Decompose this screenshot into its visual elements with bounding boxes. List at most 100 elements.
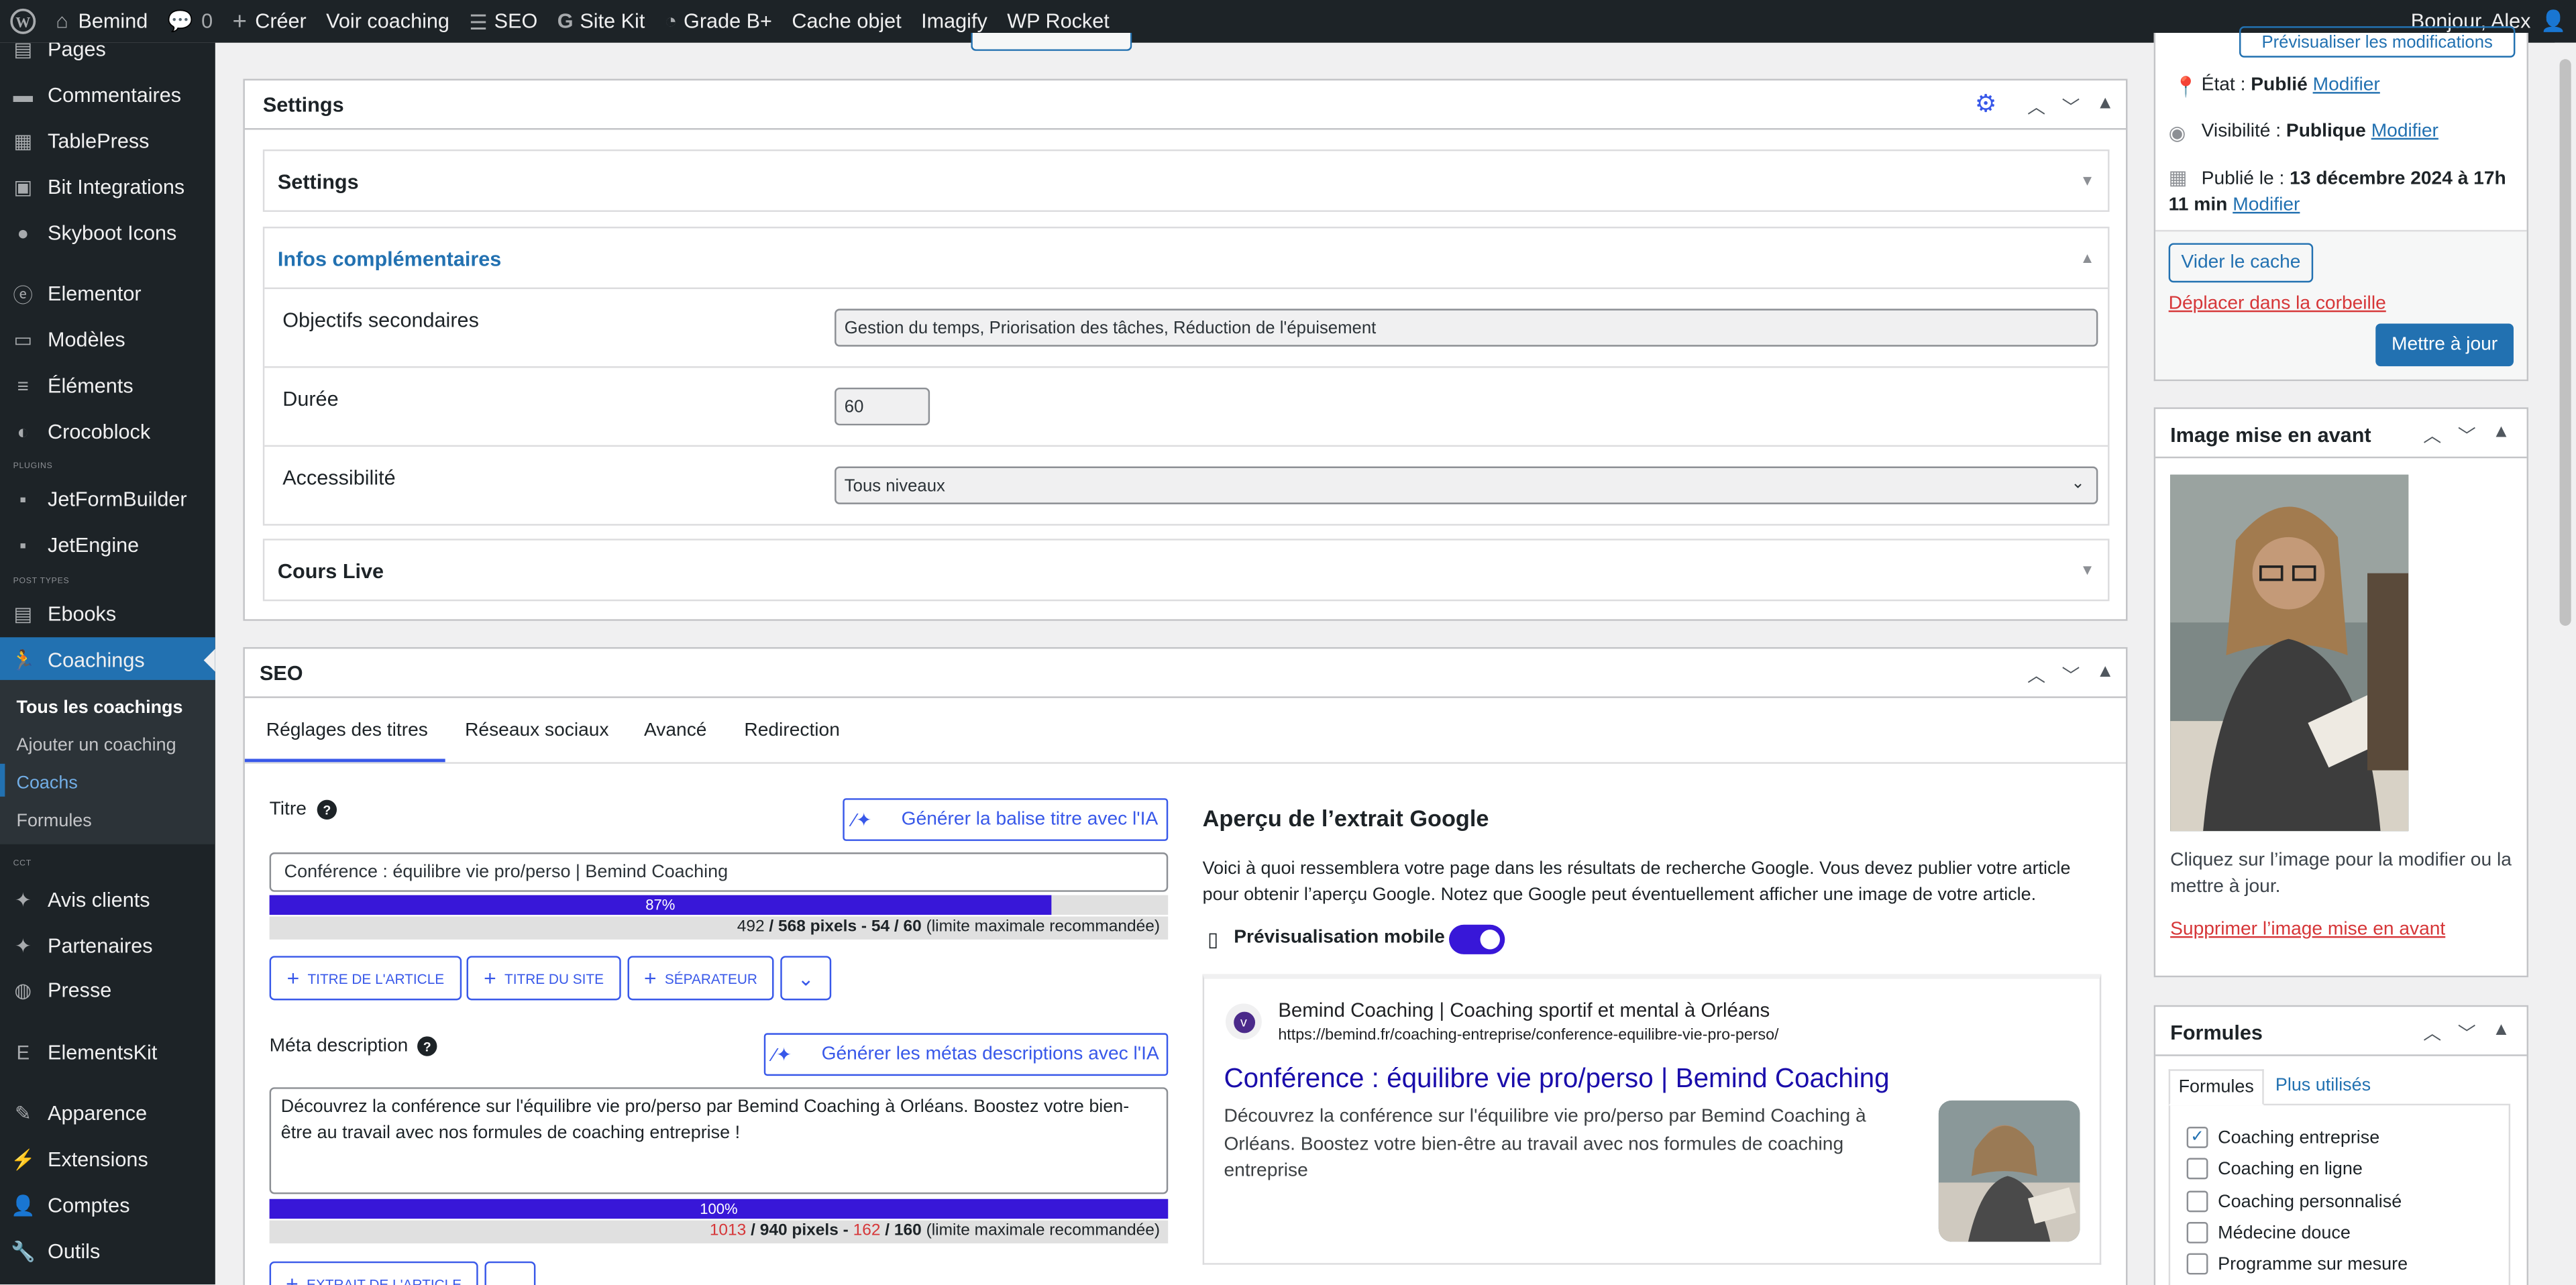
help-icon[interactable]: ? (417, 1036, 437, 1056)
view-coaching-link[interactable]: Voir coaching (316, 0, 459, 43)
serp-title[interactable]: Conférence : équilibre vie pro/perso | B… (1224, 1064, 1890, 1096)
gear-icon[interactable]: ⚙ (1975, 89, 1997, 119)
edit-status-link[interactable]: Modifier (2313, 76, 2380, 95)
checkbox[interactable] (2186, 1253, 2208, 1275)
meta-description-label: Méta description (269, 1036, 409, 1056)
mobile-preview-toggle[interactable] (1449, 924, 1505, 954)
sidebar-item-modeles[interactable]: ▭ Modèles (0, 317, 215, 364)
sidebar-item-coachings[interactable]: 🏃 Coachings (0, 637, 215, 683)
site-kit-menu[interactable]: G Site Kit (547, 0, 655, 43)
submenu-coachs[interactable]: Coachs (16, 773, 77, 793)
tab-plus-utilises[interactable]: Plus utilisés (2275, 1076, 2371, 1095)
new-content-link[interactable]: + Créer (223, 0, 317, 43)
formule-checkbox-row[interactable]: Médecine douce (2186, 1222, 2351, 1243)
grade-menu[interactable]: ◔ Grade B+ (655, 0, 782, 43)
expand-triangle-icon[interactable]: ▼ (2080, 172, 2095, 188)
move-up-icon[interactable]: ︿ (2027, 94, 2045, 120)
sidebar-item-jetengine[interactable]: ▪ JetEngine (0, 522, 215, 569)
object-cache-menu[interactable]: Cache objet (782, 0, 912, 43)
move-up-icon[interactable]: ︿ (2027, 662, 2045, 688)
help-icon[interactable]: ? (317, 799, 337, 820)
sidebar-item-comments[interactable]: ▬ Commentaires (0, 72, 215, 119)
collapse-triangle-icon[interactable]: ▲ (2080, 249, 2095, 266)
sidebar-item-comptes[interactable]: 👤 Comptes (0, 1182, 215, 1229)
clear-cache-button[interactable]: Vider le cache (2168, 243, 2314, 283)
sidebar-item-apparence[interactable]: ✎ Apparence (0, 1091, 215, 1137)
checkbox[interactable]: ✓ (2186, 1127, 2208, 1148)
settings-subsection[interactable]: Settings ▼ (262, 149, 2110, 212)
formule-checkbox-row[interactable]: ✓ Coaching entreprise (2186, 1127, 2379, 1148)
insert-article-title-button[interactable]: + TITRE DE L'ARTICLE (269, 956, 462, 1001)
sidebar-item-tablepress[interactable]: ▦ TablePress (0, 118, 215, 164)
move-up-icon[interactable]: ︿ (2423, 422, 2441, 448)
wordpress-logo-icon[interactable]: W (0, 0, 46, 43)
sidebar-item-partenaires[interactable]: ✦ Partenaires (0, 923, 215, 969)
tab-formules[interactable]: Formules (2168, 1069, 2264, 1106)
generate-title-ai-button[interactable]: ⁄✦ Générer la balise titre avec l'IA (843, 798, 1169, 841)
checkbox[interactable] (2186, 1222, 2208, 1243)
toggle-panel-icon[interactable]: ▲ (2096, 662, 2114, 688)
toggle-panel-icon[interactable]: ▲ (2492, 1020, 2510, 1046)
update-button[interactable]: Mettre à jour (2375, 323, 2514, 367)
sidebar-item-jetformbuilder[interactable]: ▪ JetFormBuilder (0, 476, 215, 522)
move-to-trash-link[interactable]: Déplacer dans la corbeille (2169, 294, 2386, 313)
seo-title-input[interactable]: Conférence : équilibre vie pro/perso | B… (269, 852, 1169, 892)
partial-top-button[interactable] (971, 32, 1132, 51)
generate-meta-ai-button[interactable]: ⁄✦ Générer les métas descriptions avec l… (763, 1033, 1169, 1076)
infos-header[interactable]: Infos complémentaires ▲ (264, 228, 2108, 290)
objectifs-input[interactable]: Gestion du temps, Priorisation des tâche… (835, 309, 2098, 347)
sidebar-item-bit-integrations[interactable]: ▣ Bit Integrations (0, 164, 215, 211)
move-up-icon[interactable]: ︿ (2423, 1020, 2441, 1046)
sidebar-item-presse[interactable]: ◍ Presse (0, 967, 215, 1013)
move-down-icon[interactable]: ﹀ (2458, 1020, 2476, 1046)
move-down-icon[interactable]: ﹀ (2061, 662, 2080, 688)
sidebar-item-ebooks[interactable]: ▤ Ebooks (0, 592, 215, 638)
accessibilite-select[interactable]: Tous niveaux ⌄ (835, 466, 2098, 504)
move-down-icon[interactable]: ﹀ (2061, 94, 2080, 120)
checkbox[interactable] (2186, 1190, 2208, 1213)
remove-featured-image-link[interactable]: Supprimer l’image mise en avant (2170, 919, 2445, 939)
preview-changes-button[interactable]: Prévisualiser les modifications (2239, 26, 2516, 58)
insert-site-title-button[interactable]: + TITRE DU SITE (466, 956, 621, 1001)
sidebar-item-outils[interactable]: 🔧 Outils (0, 1229, 215, 1275)
more-variables-button[interactable]: ⌄ (780, 956, 832, 1001)
toggle-panel-icon[interactable]: ▲ (2096, 94, 2114, 120)
formule-checkbox-row[interactable]: Coaching personnalisé (2186, 1190, 2402, 1213)
seo-menu[interactable]: ☰ SEO (460, 0, 547, 43)
sidebar-item-pages[interactable]: ▤ Pages (0, 43, 215, 72)
scrollbar-thumb[interactable] (2559, 59, 2571, 626)
formule-checkbox-row[interactable]: Coaching en ligne (2186, 1158, 2363, 1180)
featured-image[interactable] (2170, 474, 2409, 832)
sidebar-item-avis-clients[interactable]: ✦ Avis clients (0, 877, 215, 924)
sidebar-item-elements[interactable]: ≡ Éléments (0, 363, 215, 409)
submenu-ajouter-coaching[interactable]: Ajouter un coaching (16, 736, 176, 755)
edit-visibility-link[interactable]: Modifier (2371, 121, 2438, 141)
tab-avance[interactable]: Avancé (644, 721, 706, 740)
more-variables-button[interactable]: ⌄ (484, 1261, 536, 1285)
submenu-tous-les-coachings[interactable]: Tous les coachings (16, 698, 182, 718)
sidebar-item-elementor[interactable]: ⓔ Elementor (0, 271, 215, 317)
duree-input[interactable]: 60 (835, 387, 930, 426)
toggle-panel-icon[interactable]: ▲ (2492, 422, 2510, 448)
page-scrollbar[interactable] (2555, 42, 2576, 1285)
sidebar-item-elementskit[interactable]: Ε ElementsKit (0, 1030, 215, 1076)
google-g-icon: G (557, 9, 574, 33)
tab-reglages-titres[interactable]: Réglages des titres (266, 721, 428, 740)
comments-link[interactable]: 💬 0 (158, 0, 223, 43)
formule-checkbox-row[interactable]: Programme sur mesure (2186, 1253, 2408, 1275)
cours-live-subsection[interactable]: Cours Live ▼ (262, 539, 2110, 602)
sidebar-item-extensions[interactable]: ⚡ Extensions (0, 1137, 215, 1183)
checkbox[interactable] (2186, 1158, 2208, 1180)
edit-date-link[interactable]: Modifier (2233, 195, 2300, 215)
meta-description-textarea[interactable]: Découvrez la conférence sur l'équilibre … (269, 1087, 1169, 1194)
move-down-icon[interactable]: ﹀ (2458, 422, 2476, 448)
sidebar-item-skyboot[interactable]: ● Skyboot Icons (0, 210, 215, 256)
tab-reseaux-sociaux[interactable]: Réseaux sociaux (465, 721, 608, 740)
sidebar-item-crocoblock[interactable]: ◐ Crocoblock (0, 409, 215, 455)
expand-triangle-icon[interactable]: ▼ (2080, 562, 2095, 578)
insert-excerpt-button[interactable]: + EXTRAIT DE L'ARTICLE (269, 1261, 478, 1285)
insert-separator-button[interactable]: + SÉPARATEUR (627, 956, 774, 1001)
submenu-formules[interactable]: Formules (16, 812, 91, 831)
site-name-link[interactable]: ⌂ Bemind (46, 0, 158, 43)
tab-redirection[interactable]: Redirection (744, 721, 839, 740)
